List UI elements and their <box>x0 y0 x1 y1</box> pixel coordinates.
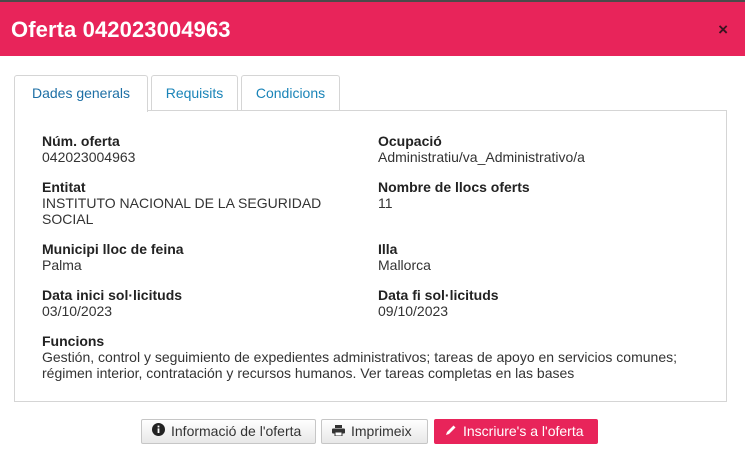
offer-info-label: Informació de l'oferta <box>171 423 302 439</box>
field-label: Municipi lloc de feina <box>42 241 184 257</box>
field-value: 042023004963 <box>42 149 136 165</box>
field-illa: Illa Mallorca <box>378 241 698 273</box>
printer-icon <box>332 420 345 443</box>
field-label: Funcions <box>42 333 105 349</box>
dialog-title: Oferta 042023004963 <box>11 17 231 42</box>
field-value: INSTITUTO NACIONAL DE LA SEGURIDAD <box>42 195 322 211</box>
print-button[interactable]: Imprimeix <box>321 419 428 444</box>
field-label: Núm. oferta <box>42 133 120 149</box>
tab-panel-general: Núm. oferta 042023004963 Ocupació Admini… <box>14 110 727 402</box>
tab-dades-generals[interactable]: Dades generals <box>14 75 148 112</box>
field-value: Mallorca <box>378 257 431 273</box>
tab-requisits[interactable]: Requisits <box>151 75 238 110</box>
tab-condicions[interactable]: Condicions <box>241 75 340 110</box>
field-municipi: Municipi lloc de feina Palma <box>42 241 342 273</box>
field-funcions: Funcions Gestión, control y seguimiento … <box>42 333 702 381</box>
field-label: Ocupació <box>378 133 442 149</box>
field-label: Data inici sol·licituds <box>42 287 183 303</box>
field-value: 11 <box>378 195 393 211</box>
field-value: Gestión, control y seguimiento de expedi… <box>42 349 678 365</box>
field-label: Entitat <box>42 179 86 195</box>
field-value: 03/10/2023 <box>42 303 113 319</box>
field-ocupacio: Ocupació Administratiu/va_Administrativo… <box>378 133 698 165</box>
print-label: Imprimeix <box>351 423 412 439</box>
field-label: Nombre de llocs oferts <box>378 179 530 195</box>
field-value: SOCIAL <box>42 211 94 227</box>
pencil-icon <box>445 420 457 443</box>
dialog-footer: Informació de l'oferta Imprimeix Inscriu… <box>0 419 745 444</box>
field-value: Administratiu/va_Administrativo/a <box>378 149 585 165</box>
dialog-header: Oferta 042023004963 × <box>0 0 745 56</box>
field-entitat: Entitat INSTITUTO NACIONAL DE LA SEGURID… <box>42 179 342 227</box>
offer-info-button[interactable]: Informació de l'oferta <box>141 419 316 444</box>
info-icon <box>152 420 165 443</box>
field-label: Data fi sol·licituds <box>378 287 499 303</box>
apply-button[interactable]: Inscriure's a l'oferta <box>434 419 598 444</box>
offer-dialog: Oferta 042023004963 × Dades generals Req… <box>0 0 745 462</box>
field-label: Illa <box>378 241 398 257</box>
apply-label: Inscriure's a l'oferta <box>463 423 584 439</box>
field-value: régimen interior, contratación y recurso… <box>42 365 575 381</box>
field-value: 09/10/2023 <box>378 303 449 319</box>
field-value: Palma <box>42 257 82 273</box>
close-icon[interactable]: × <box>718 20 728 40</box>
field-data-inici: Data inici sol·licituds 03/10/2023 <box>42 287 342 319</box>
field-data-fi: Data fi sol·licituds 09/10/2023 <box>378 287 698 319</box>
field-nombre-llocs: Nombre de llocs oferts 11 <box>378 179 698 211</box>
field-num-oferta: Núm. oferta 042023004963 <box>42 133 342 165</box>
